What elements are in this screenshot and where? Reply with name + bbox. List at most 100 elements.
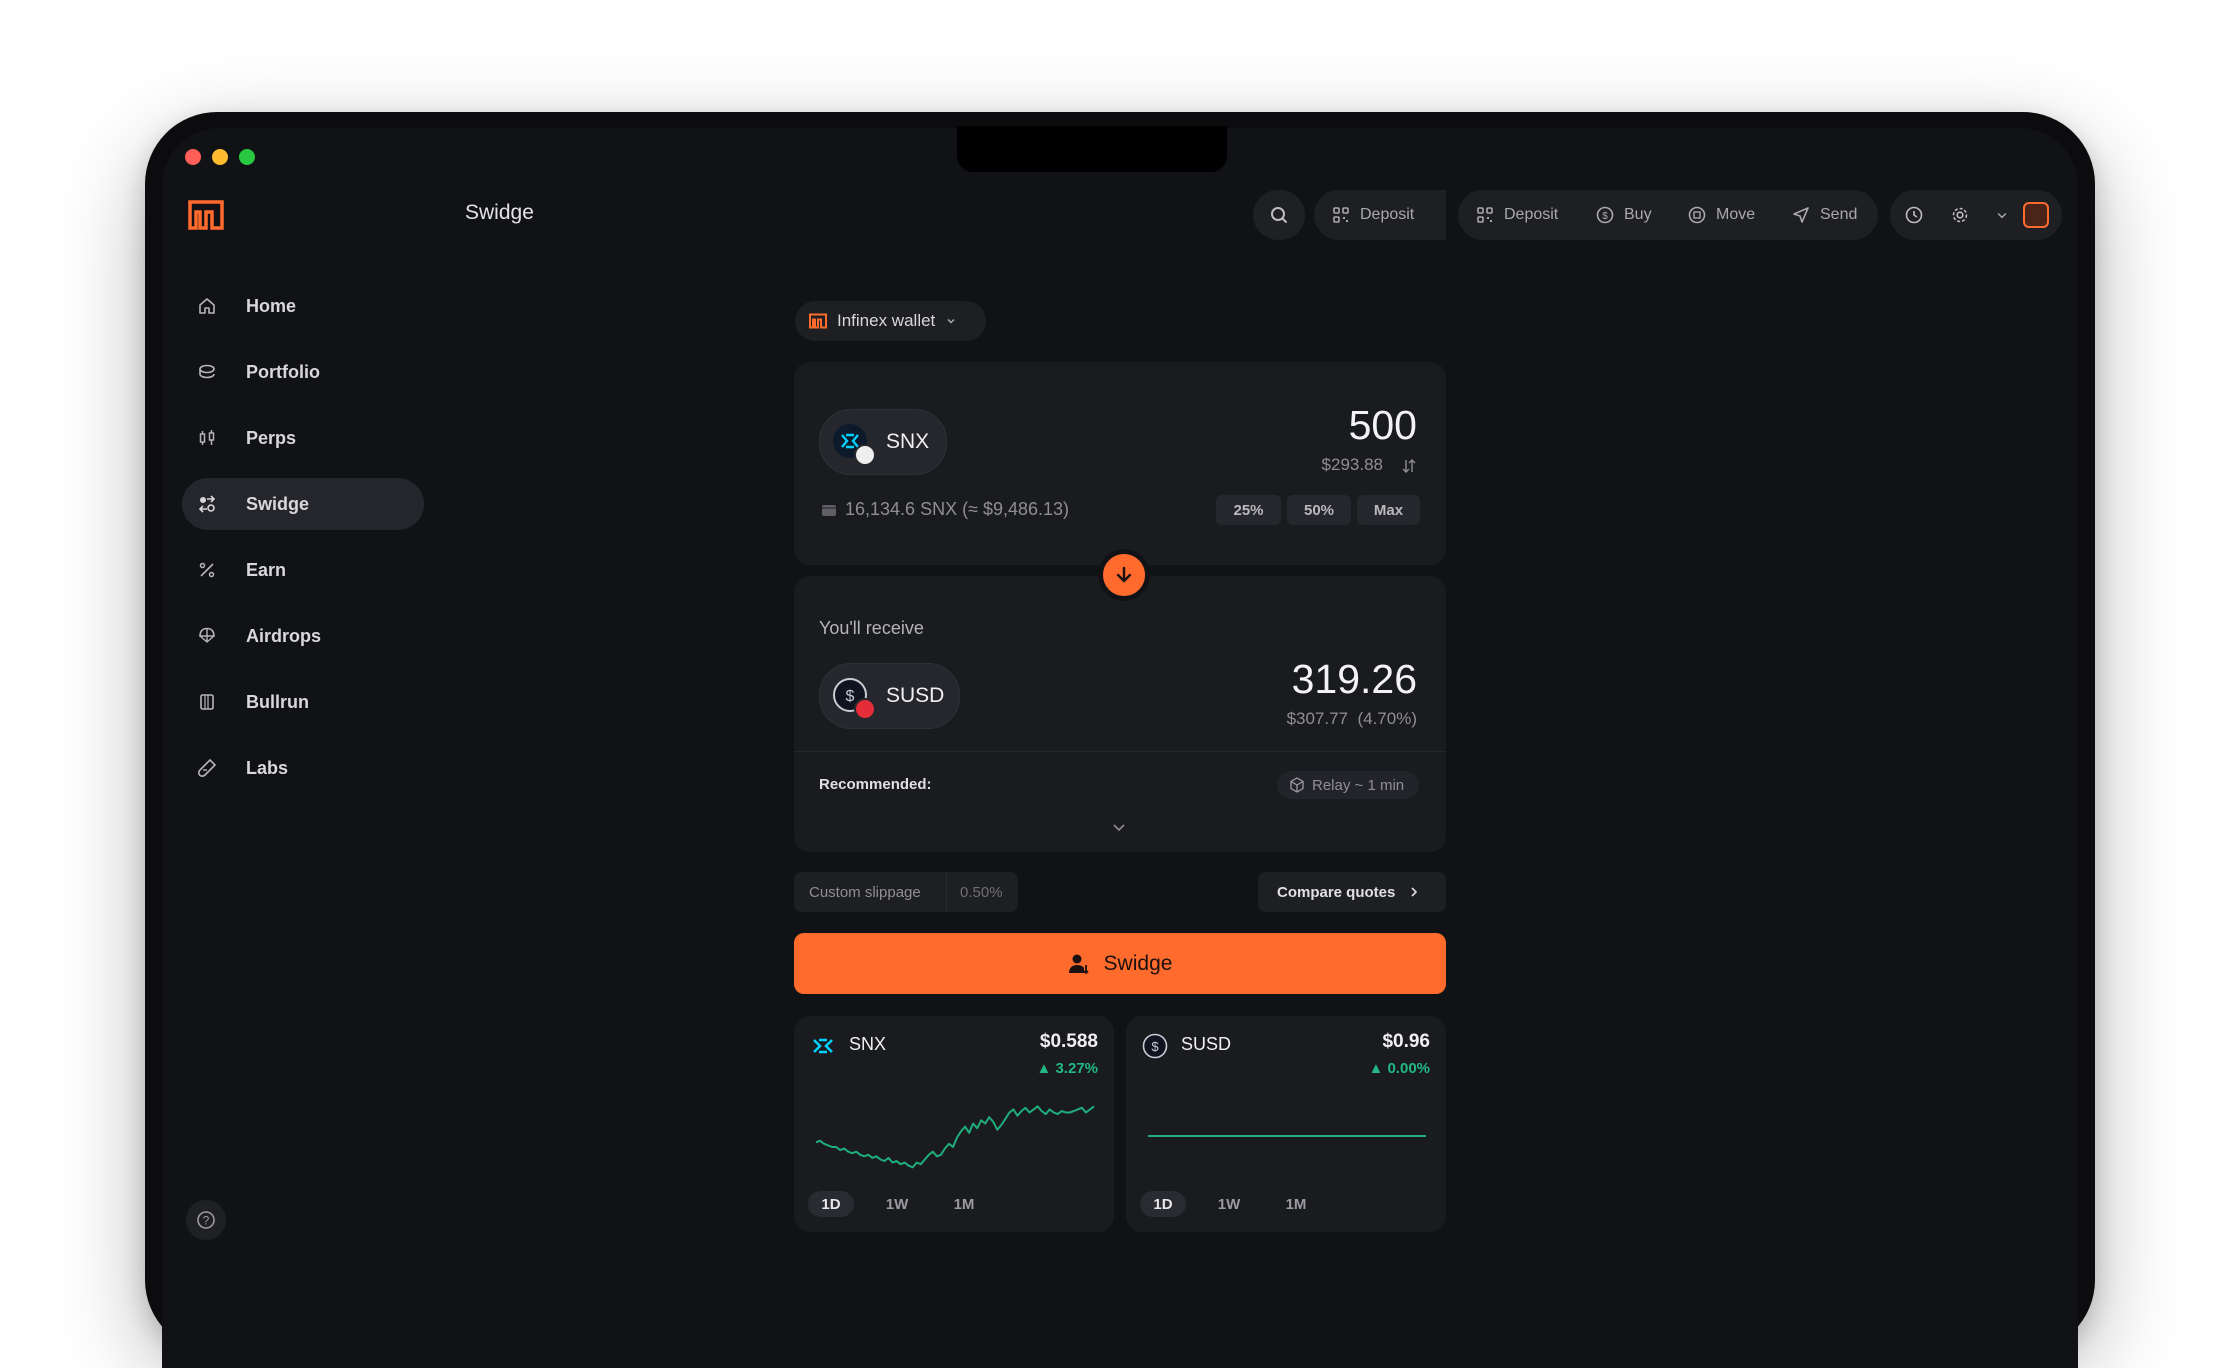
range-1w-button[interactable]: 1W (1206, 1191, 1252, 1217)
deposit-label: Deposit (1360, 206, 1415, 223)
help-icon: ? (197, 1211, 215, 1229)
snx-sparkline (815, 1105, 1095, 1169)
coins-icon (196, 361, 218, 383)
recommended-label: Recommended: (819, 776, 932, 793)
wallet-selector[interactable]: Infinex wallet (795, 301, 986, 341)
route-badge[interactable]: Relay ~ 1 min (1277, 771, 1419, 799)
to-amount: 319.26 (1291, 656, 1417, 702)
compare-label: Compare quotes (1277, 883, 1396, 901)
sidebar-item-label: Home (246, 295, 297, 316)
receive-heading: You'll receive (819, 618, 924, 638)
cube-icon (1290, 777, 1304, 793)
wallet-icon (822, 504, 836, 516)
range-1w-button[interactable]: 1W (874, 1191, 920, 1217)
price-card-price: $0.96 (1382, 1031, 1430, 1052)
sidebar-item-label: Earn (246, 559, 287, 580)
sidebar-item-earn[interactable]: Earn (182, 544, 424, 596)
slippage-control[interactable]: Custom slippage 0.50% (794, 872, 1018, 912)
expand-route-icon[interactable] (1111, 819, 1127, 835)
from-amount-input[interactable]: 500 (1349, 402, 1417, 449)
deposit-button[interactable]: Deposit (1476, 190, 1558, 240)
deposit-label: Deposit (1504, 206, 1559, 223)
sidebar-item-swidge[interactable]: Swidge (182, 478, 424, 530)
susd-price-card: $ SUSD $0.96 ▲ 0.00% 1D 1W 1M (1126, 1016, 1446, 1232)
to-token-selector[interactable]: $ SUSD (819, 663, 960, 729)
range-1m-button[interactable]: 1M (941, 1191, 987, 1217)
sidebar-item-home[interactable]: Home (182, 280, 424, 332)
search-button[interactable] (1253, 190, 1305, 240)
infinex-logo[interactable] (188, 200, 224, 230)
swap-units-icon[interactable] (1401, 457, 1417, 475)
chevron-down-icon (1997, 212, 2007, 219)
compare-quotes-button[interactable]: Compare quotes (1258, 872, 1446, 912)
move-button[interactable]: Move (1688, 190, 1755, 240)
swidge-submit-button[interactable]: Swidge (794, 933, 1446, 994)
range-1d-button[interactable]: 1D (1140, 1191, 1186, 1217)
sidebar-item-labs[interactable]: Labs (182, 742, 424, 794)
route-card (794, 751, 1446, 852)
wallet-label: Infinex wallet (837, 311, 936, 330)
susd-token-icon: $ (1142, 1033, 1168, 1059)
gear-icon (1952, 207, 1968, 223)
user-swap-icon (1068, 954, 1089, 974)
sidebar-item-portfolio[interactable]: Portfolio (182, 346, 424, 398)
swidge-icon (196, 493, 218, 515)
send-button[interactable]: Send (1792, 190, 1857, 240)
swap-direction-button[interactable] (1098, 549, 1150, 601)
minimize-window-button[interactable] (212, 149, 228, 165)
sidebar-item-label: Portfolio (246, 361, 320, 382)
snx-price-card: SNX $0.588 ▲ 3.27% 1D 1W 1M (794, 1016, 1114, 1232)
from-token-selector[interactable]: SNX (819, 409, 947, 475)
pct-50-button[interactable]: 50% (1287, 495, 1351, 525)
from-balance: 16,134.6 SNX (≈ $9,486.13) (821, 499, 1069, 520)
move-icon (1688, 206, 1706, 224)
buy-button[interactable]: $ Buy (1596, 190, 1652, 240)
svg-text:$: $ (1151, 1039, 1159, 1054)
range-1m-button[interactable]: 1M (1273, 1191, 1319, 1217)
parachute-icon (196, 625, 218, 647)
buy-label: Buy (1624, 206, 1652, 223)
account-menu-toggle[interactable] (1995, 190, 2009, 240)
book-icon (196, 691, 218, 713)
maximize-window-button[interactable] (239, 149, 255, 165)
sidebar-item-label: Bullrun (246, 691, 309, 712)
avatar[interactable] (2023, 202, 2049, 228)
slippage-value: 0.50% (960, 883, 1003, 901)
from-token-symbol: SNX (886, 430, 930, 453)
sidebar-item-airdrops[interactable]: Airdrops (182, 610, 424, 662)
price-card-change: ▲ 0.00% (1368, 1060, 1430, 1077)
deposit-button-primary[interactable]: Deposit (1332, 190, 1414, 240)
chevron-down-icon (947, 318, 955, 324)
price-card-change: ▲ 3.27% (1036, 1060, 1098, 1077)
close-window-button[interactable] (185, 149, 201, 165)
to-token-symbol: SUSD (886, 684, 945, 707)
price-card-symbol: SUSD (1181, 1034, 1232, 1054)
send-label: Send (1820, 206, 1858, 223)
sidebar-item-bullrun[interactable]: Bullrun (182, 676, 424, 728)
sidebar-item-label: Labs (246, 757, 289, 778)
dollar-circle-icon: $ (1596, 206, 1614, 224)
home-icon (196, 295, 218, 317)
sidebar-item-label: Swidge (246, 493, 310, 514)
max-button[interactable]: Max (1357, 495, 1420, 525)
candles-icon (196, 427, 218, 449)
clock-icon (1905, 206, 1923, 224)
optimism-chain-icon (854, 698, 876, 720)
svg-text:$: $ (1602, 211, 1608, 222)
from-usd-value: $293.88 (1321, 455, 1383, 474)
qr-icon (1333, 207, 1349, 223)
help-button[interactable]: ? (186, 1200, 226, 1240)
snx-price-line (815, 1105, 1095, 1169)
to-usd-value: $307.77 (4.70%) (1287, 709, 1417, 729)
svg-text:?: ? (203, 1214, 210, 1228)
flask-icon (196, 757, 218, 779)
sidebar-item-perps[interactable]: Perps (182, 412, 424, 464)
settings-button[interactable] (1951, 190, 1969, 240)
range-1d-button[interactable]: 1D (808, 1191, 854, 1217)
search-icon (1271, 207, 1287, 223)
history-button[interactable] (1905, 190, 1923, 240)
camera-notch (957, 126, 1227, 172)
pct-25-button[interactable]: 25% (1216, 495, 1281, 525)
cta-label: Swidge (1103, 951, 1173, 975)
ethereum-chain-icon (854, 444, 876, 466)
